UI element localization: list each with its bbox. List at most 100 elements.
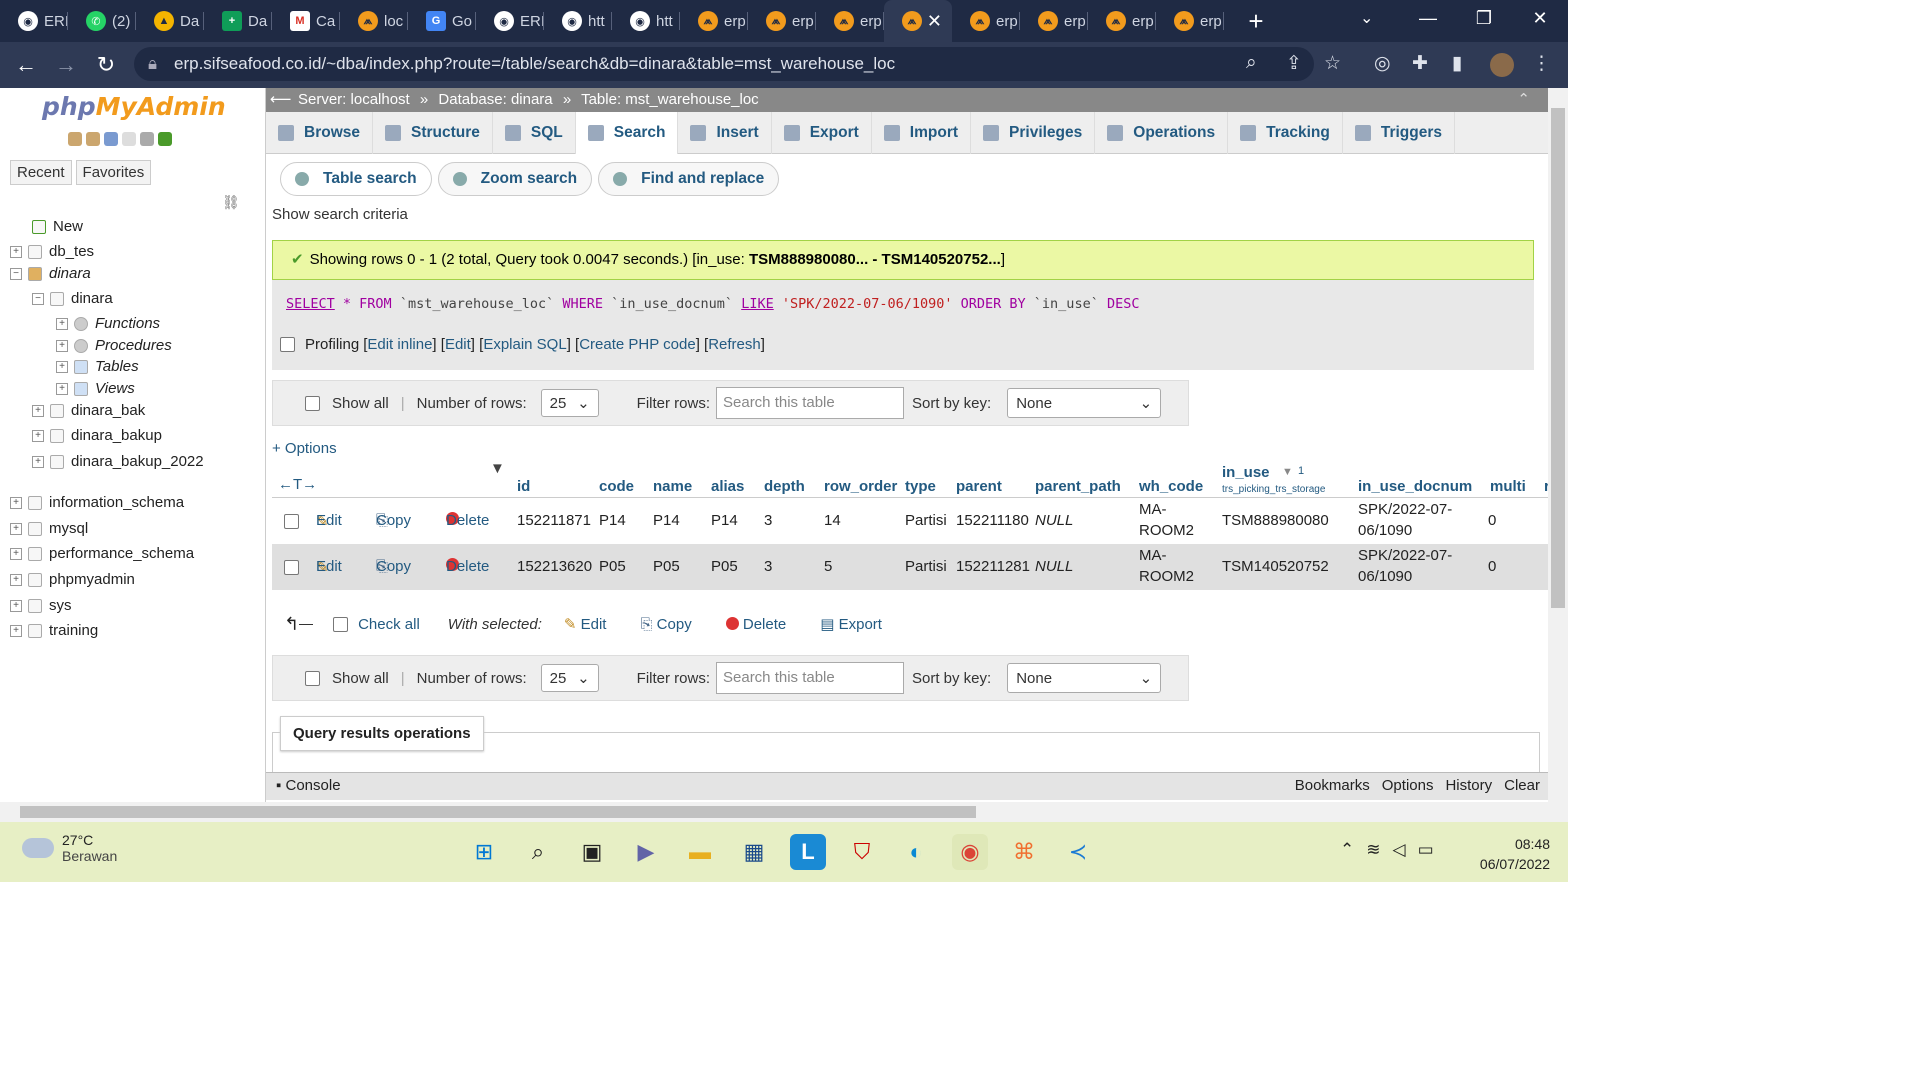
column-resize-icon[interactable]: ←T→ [278,476,317,493]
app-l-icon[interactable]: L [790,834,826,870]
breadcrumb-database[interactable]: Database: dinara [438,91,552,108]
tree-item-db[interactable]: + performance_schema [10,545,194,562]
show-all-checkbox[interactable] [305,670,320,686]
weather-widget[interactable]: 27°C Berawan [22,832,117,864]
col-header[interactable]: parent [956,478,1002,495]
tree-item-views[interactable]: + Views [56,380,135,397]
tree-item-db[interactable]: − dinara [32,290,113,307]
tree-item-db[interactable]: + db_tes [10,243,94,260]
browser-tab[interactable]: ⩕ loc [340,0,408,42]
speaker-icon[interactable]: ◁ [1393,840,1406,860]
bulk-delete-button[interactable]: Delete [725,616,786,633]
wifi-icon[interactable]: ≋ [1366,840,1380,860]
subtab-find-replace[interactable]: Find and replace [598,162,780,196]
create-php-code-link[interactable]: Create PHP code [579,336,695,353]
close-tab-icon[interactable]: ✕ [927,11,942,32]
browser-tab[interactable]: ◉ ERI [476,0,544,42]
browser-tab[interactable]: G Go [408,0,476,42]
tree-item-db[interactable]: + mysql [10,520,88,537]
favorites-button[interactable]: Favorites [75,160,152,185]
col-header[interactable]: id [517,478,530,495]
col-header[interactable]: name [653,478,692,495]
docs-icon[interactable] [122,132,136,146]
extensions-puzzle-icon[interactable]: ✚ [1412,52,1428,75]
console-toggle[interactable]: ▪ Console [276,773,341,799]
minimize-icon[interactable]: — [1400,0,1456,36]
col-header-sorted[interactable]: in_use [1222,464,1270,481]
num-rows-select[interactable]: 25 ⌄ [540,389,599,417]
tree-item-db[interactable]: + dinara_bakup_2022 [32,453,204,470]
col-header[interactable]: in_use_docnum [1358,478,1472,495]
recent-button[interactable]: Recent [10,160,72,185]
column-menu-chevron-icon[interactable]: ▼ [490,460,505,477]
sql-query[interactable]: SELECT * FROM `mst_warehouse_loc` WHERE … [286,296,1139,312]
browser-tab[interactable]: ◉ htt [612,0,680,42]
col-header[interactable]: code [599,478,634,495]
sort-by-key-select[interactable]: None ⌄ [1007,388,1162,418]
settings-gear-icon[interactable] [140,132,154,146]
battery-icon[interactable]: ▭ [1418,840,1434,860]
browser-tab[interactable]: ⩕ erp [952,0,1020,42]
edit-link[interactable]: Edit [445,336,471,353]
browser-tab[interactable]: ◉ htt [544,0,612,42]
tab-operations[interactable]: Operations [1095,112,1229,154]
edit-inline-link[interactable]: Edit inline [367,336,432,353]
file-explorer-icon[interactable]: ▬ [682,834,718,870]
tab-insert[interactable]: Insert [678,112,772,154]
link-with-main-icon[interactable]: ⛓ [222,194,240,211]
check-all-checkbox[interactable] [333,616,349,632]
col-header[interactable]: depth [764,478,805,495]
filter-rows-input[interactable]: Search this table [716,387,904,419]
tree-item-db-active[interactable]: − dinara [10,265,91,282]
console-bookmarks[interactable]: Bookmarks [1295,773,1370,799]
browser-tab[interactable]: ⩕ erp [748,0,816,42]
browser-tab[interactable]: ✆ (2) [68,0,136,42]
options-link[interactable]: + Options [272,440,337,457]
home-icon[interactable] [68,132,82,146]
share-icon[interactable]: ⇪ [1286,52,1302,75]
tree-item-new[interactable]: New [32,218,83,235]
tab-structure[interactable]: Structure [373,112,493,154]
tree-item-tables[interactable]: + Tables [56,358,139,375]
browser-tab[interactable]: ◉ ERI [0,0,68,42]
tab-search-chevron-icon[interactable]: ⌄ [1360,8,1373,28]
tree-item-db[interactable]: + information_schema [10,494,184,511]
phpmyadmin-logo[interactable]: phpMyAdmin [42,92,226,121]
help-icon[interactable] [104,132,118,146]
bulk-edit-button[interactable]: ✎ Edit [564,615,607,633]
tree-item-db[interactable]: + training [10,622,98,639]
reload-icon[interactable]: ↻ [86,52,126,78]
browser-tab[interactable]: ⩕ erp [680,0,748,42]
clock[interactable]: 08:48 06/07/2022 [1480,834,1550,874]
subtab-table-search[interactable]: Table search [280,162,432,196]
refresh-link[interactable]: Refresh [708,336,761,353]
tree-item-procedures[interactable]: + Procedures [56,337,172,354]
show-all-checkbox[interactable] [305,395,320,411]
xampp-icon[interactable]: ⌘ [1006,834,1042,870]
profiling-checkbox[interactable] [280,337,295,352]
chevron-up-icon[interactable]: ⌃ [1340,840,1354,860]
col-header[interactable]: alias [711,478,744,495]
zoom-icon[interactable]: ⌕ [1246,52,1257,74]
search-icon[interactable]: ⌕ [520,834,556,870]
tab-browse[interactable]: Browse [266,112,373,154]
collapse-nav-icon[interactable]: ⟵ [270,88,292,112]
forward-icon[interactable]: → [46,52,86,78]
tab-export[interactable]: Export [772,112,872,154]
task-view-icon[interactable]: ▣ [574,834,610,870]
tree-item-db[interactable]: + dinara_bak [32,402,145,419]
show-search-criteria-link[interactable]: Show search criteria [272,206,408,223]
console-clear[interactable]: Clear [1504,773,1540,799]
restore-icon[interactable]: ❐ [1456,0,1512,36]
col-header[interactable]: type [905,478,936,495]
tab-sql[interactable]: SQL [493,112,576,154]
bulk-copy-button[interactable]: ⎘ Copy [640,616,691,633]
edge-icon[interactable]: ◐ [898,834,934,870]
vertical-scrollbar[interactable] [1548,88,1568,802]
bulk-export-button[interactable]: ▤ Export [820,615,882,633]
logout-icon[interactable] [86,132,100,146]
side-panel-icon[interactable]: ▮ [1452,52,1462,75]
tab-privileges[interactable]: Privileges [971,112,1096,154]
scroll-top-icon[interactable]: ⌃ [1517,88,1530,112]
menu-kebab-icon[interactable]: ⋮ [1532,52,1551,75]
